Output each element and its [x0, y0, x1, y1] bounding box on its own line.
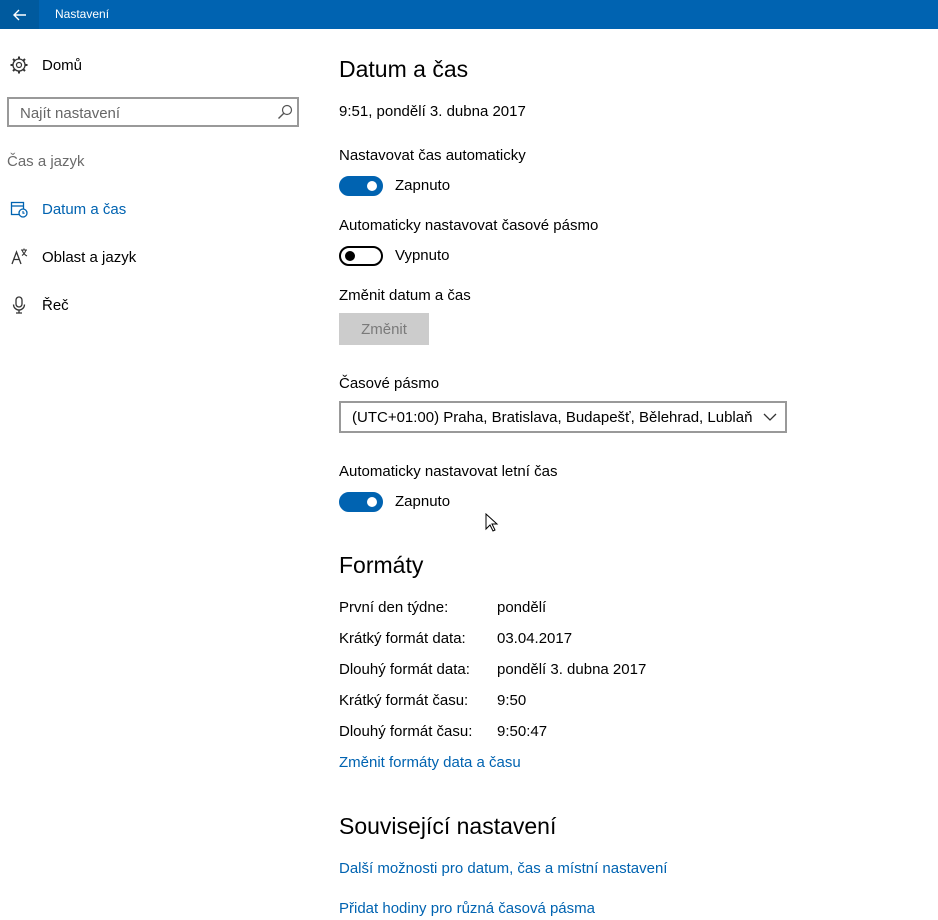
auto-time-state: Zapnuto	[395, 177, 451, 194]
search-icon[interactable]	[277, 104, 293, 120]
sidebar-item-label: Oblast a jazyk	[42, 249, 137, 266]
auto-timezone-label: Automaticky nastavovat časové pásmo	[339, 217, 599, 234]
gear-icon	[10, 56, 28, 74]
auto-timezone-state: Vypnuto	[395, 247, 450, 264]
change-datetime-button[interactable]: Změnit	[339, 313, 429, 345]
formats-title: Formáty	[339, 552, 424, 578]
chevron-down-icon	[763, 413, 777, 421]
current-datetime: 9:51, pondělí 3. dubna 2017	[339, 103, 526, 120]
timezone-label: Časové pásmo	[339, 375, 440, 392]
format-label: První den týdne:	[339, 599, 449, 616]
sidebar-group-label: Čas a jazyk	[7, 153, 85, 170]
page-title: Datum a čas	[339, 56, 469, 82]
change-datetime-label: Změnit datum a čas	[339, 287, 471, 304]
add-clocks-link[interactable]: Přidat hodiny pro různá časová pásma	[339, 900, 595, 917]
mouse-cursor-icon	[485, 513, 499, 532]
sidebar-home-label: Domů	[42, 57, 83, 74]
format-label: Krátký formát času:	[339, 692, 469, 709]
format-label: Dlouhý formát času:	[339, 723, 473, 740]
title-bar: Nastavení	[0, 0, 938, 29]
auto-time-label: Nastavovat čas automaticky	[339, 147, 526, 164]
auto-dst-toggle[interactable]	[339, 492, 383, 512]
auto-time-toggle[interactable]	[339, 176, 383, 196]
additional-datetime-link[interactable]: Další možnosti pro datum, čas a místní n…	[339, 860, 667, 877]
format-value: pondělí	[497, 599, 547, 616]
language-icon	[11, 248, 28, 265]
auto-dst-label: Automaticky nastavovat letní čas	[339, 463, 558, 480]
window-title: Nastavení	[55, 7, 110, 21]
toggle-knob	[367, 497, 377, 507]
search-input[interactable]: Najít nastavení	[7, 97, 299, 127]
microphone-icon	[12, 296, 26, 314]
back-button[interactable]	[0, 0, 39, 29]
sidebar-item-label: Řeč	[42, 297, 69, 314]
auto-dst-state: Zapnuto	[395, 493, 451, 510]
format-label: Krátký formát data:	[339, 630, 466, 647]
format-value: 9:50:47	[497, 723, 548, 740]
format-value: pondělí 3. dubna 2017	[497, 661, 647, 678]
format-value: 9:50	[497, 692, 527, 709]
search-placeholder: Najít nastavení	[20, 105, 121, 122]
timezone-value: (UTC+01:00) Praha, Bratislava, Budapešť,…	[352, 409, 753, 426]
format-value: 03.04.2017	[497, 630, 573, 647]
calendar-clock-icon	[10, 201, 28, 218]
back-arrow-icon	[12, 9, 26, 20]
sidebar-item-label: Datum a čas	[42, 201, 127, 218]
format-label: Dlouhý formát data:	[339, 661, 470, 678]
auto-timezone-toggle[interactable]	[339, 246, 383, 266]
toggle-knob	[345, 251, 355, 261]
related-settings-title: Související nastavení	[339, 813, 557, 839]
change-formats-link[interactable]: Změnit formáty data a času	[339, 754, 521, 771]
toggle-knob	[367, 181, 377, 191]
timezone-select[interactable]: (UTC+01:00) Praha, Bratislava, Budapešť,…	[339, 401, 787, 433]
